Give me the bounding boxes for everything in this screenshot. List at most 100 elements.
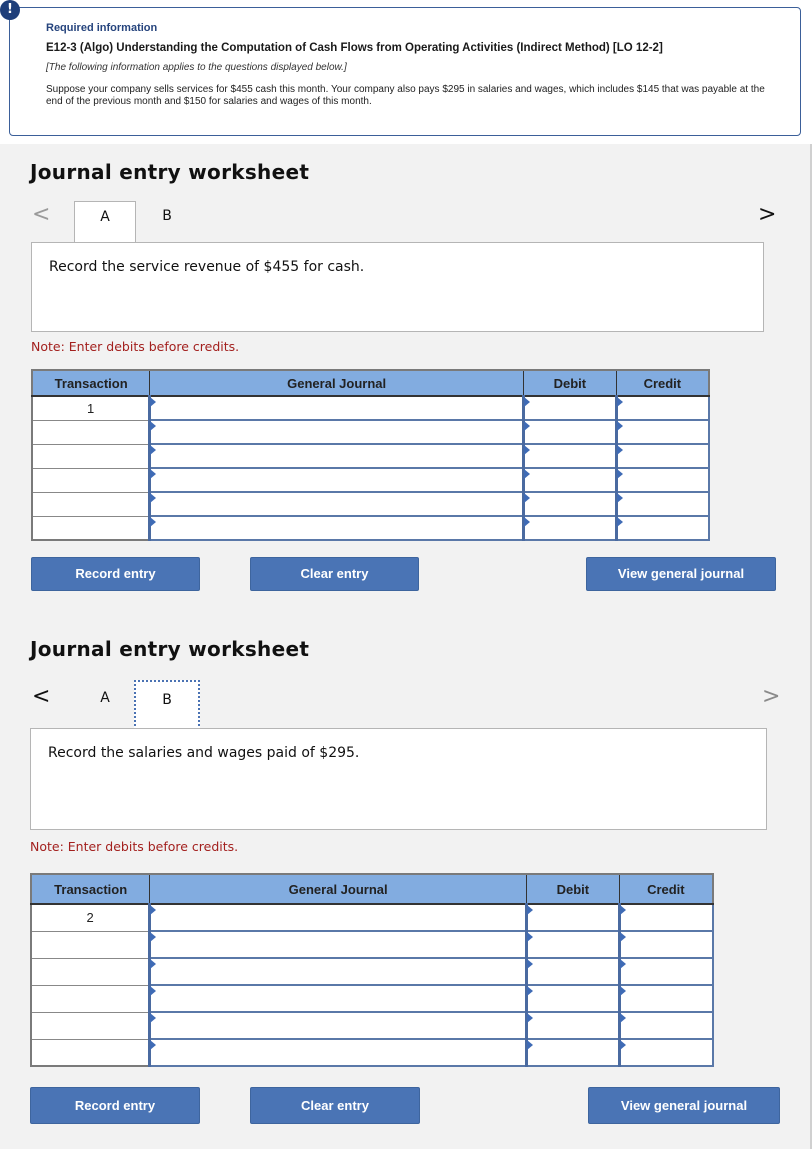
account-input[interactable]	[151, 905, 525, 930]
debit-input[interactable]	[527, 1040, 618, 1065]
debit-input[interactable]	[524, 517, 615, 539]
chevron-left-icon[interactable]: <	[32, 204, 50, 226]
dropdown-marker-icon	[150, 932, 157, 942]
debit-input[interactable]	[524, 469, 615, 491]
credit-input[interactable]	[617, 445, 708, 467]
transaction-cell	[30, 984, 151, 1013]
account-cell	[148, 1038, 528, 1067]
required-information-panel: Required information E12-3 (Algo) Unders…	[0, 0, 812, 144]
credit-input[interactable]	[620, 1013, 712, 1038]
debit-input[interactable]	[527, 959, 618, 984]
account-input[interactable]	[151, 397, 522, 419]
table-row	[31, 491, 710, 517]
credit-input[interactable]	[617, 397, 708, 419]
credit-input[interactable]	[620, 905, 712, 930]
debit-input[interactable]	[524, 421, 615, 443]
account-input[interactable]	[151, 493, 522, 515]
dropdown-marker-icon	[526, 1013, 533, 1023]
debit-input[interactable]	[524, 493, 615, 515]
credit-cell	[614, 443, 710, 469]
debit-input[interactable]	[527, 932, 618, 957]
table-row	[30, 1011, 714, 1040]
account-input[interactable]	[151, 959, 525, 984]
worksheet-tabs: < A B >	[30, 201, 790, 243]
account-input[interactable]	[151, 932, 525, 957]
tab-b-label: B	[162, 692, 172, 708]
column-header-credit: Credit	[618, 873, 714, 905]
account-input[interactable]	[151, 517, 522, 539]
column-header-credit: Credit	[615, 369, 710, 397]
credit-cell	[617, 903, 714, 932]
chevron-right-icon[interactable]: >	[758, 204, 776, 226]
table-row	[31, 515, 710, 541]
transaction-cell	[31, 419, 151, 445]
credit-input[interactable]	[620, 986, 712, 1011]
tab-a[interactable]: A	[74, 680, 136, 716]
view-general-journal-button[interactable]: View general journal	[588, 1087, 780, 1124]
column-header-transaction: Transaction	[31, 369, 151, 397]
debit-input[interactable]	[527, 1013, 618, 1038]
worksheet-title: Journal entry worksheet	[30, 160, 310, 184]
info-box: Required information E12-3 (Algo) Unders…	[9, 7, 801, 136]
credit-input[interactable]	[620, 1040, 712, 1065]
record-entry-button[interactable]: Record entry	[31, 557, 200, 591]
dropdown-marker-icon	[619, 1013, 626, 1023]
dropdown-marker-icon	[619, 1040, 626, 1050]
dropdown-marker-icon	[616, 421, 623, 431]
account-input[interactable]	[151, 1013, 525, 1038]
account-cell	[148, 903, 528, 932]
account-input[interactable]	[151, 421, 522, 443]
credit-input[interactable]	[620, 959, 712, 984]
dropdown-marker-icon	[523, 421, 530, 431]
transaction-cell	[31, 515, 151, 541]
problem-title: E12-3 (Algo) Understanding the Computati…	[46, 42, 663, 54]
dropdown-marker-icon	[619, 905, 626, 915]
credit-input[interactable]	[620, 932, 712, 957]
dropdown-marker-icon	[150, 517, 157, 527]
view-general-journal-button[interactable]: View general journal	[586, 557, 776, 591]
debit-input[interactable]	[524, 445, 615, 467]
prompt-box: Record the service revenue of $455 for c…	[31, 242, 764, 332]
account-input[interactable]	[151, 469, 522, 491]
column-header-debit: Debit	[525, 873, 620, 905]
debit-input[interactable]	[527, 905, 618, 930]
table-row	[31, 419, 710, 445]
worksheet-tabs: < A B >	[30, 680, 790, 730]
account-cell	[148, 515, 525, 541]
account-input[interactable]	[151, 1040, 525, 1065]
account-input[interactable]	[151, 445, 522, 467]
chevron-right-icon[interactable]: >	[762, 686, 780, 708]
debit-cell	[521, 419, 618, 445]
journal-table: Transaction General Journal Debit Credit…	[31, 369, 710, 541]
tab-a[interactable]: A	[74, 201, 136, 243]
credit-input[interactable]	[617, 517, 708, 539]
debit-input[interactable]	[524, 397, 615, 419]
account-input[interactable]	[151, 986, 525, 1011]
record-entry-button[interactable]: Record entry	[30, 1087, 200, 1124]
credit-input[interactable]	[617, 421, 708, 443]
clear-entry-button[interactable]: Clear entry	[250, 1087, 420, 1124]
transaction-cell	[30, 957, 151, 986]
tab-b[interactable]: B	[136, 201, 198, 243]
chevron-left-icon[interactable]: <	[32, 686, 50, 708]
credit-cell	[617, 1038, 714, 1067]
dropdown-marker-icon	[526, 905, 533, 915]
dropdown-marker-icon	[526, 932, 533, 942]
dropdown-marker-icon	[619, 986, 626, 996]
credit-input[interactable]	[617, 469, 708, 491]
account-cell	[148, 1011, 528, 1040]
table-header-row: Transaction General Journal Debit Credit	[30, 873, 714, 905]
dropdown-marker-icon	[150, 397, 157, 407]
transaction-cell: 2	[30, 903, 151, 932]
dropdown-marker-icon	[523, 517, 530, 527]
dropdown-marker-icon	[150, 959, 157, 969]
dropdown-marker-icon	[526, 959, 533, 969]
credit-cell	[617, 930, 714, 959]
tab-b[interactable]: B	[134, 680, 200, 730]
clear-entry-button[interactable]: Clear entry	[250, 557, 419, 591]
dropdown-marker-icon	[150, 469, 157, 479]
debit-input[interactable]	[527, 986, 618, 1011]
credit-input[interactable]	[617, 493, 708, 515]
column-header-debit: Debit	[522, 369, 617, 397]
dropdown-marker-icon	[150, 986, 157, 996]
